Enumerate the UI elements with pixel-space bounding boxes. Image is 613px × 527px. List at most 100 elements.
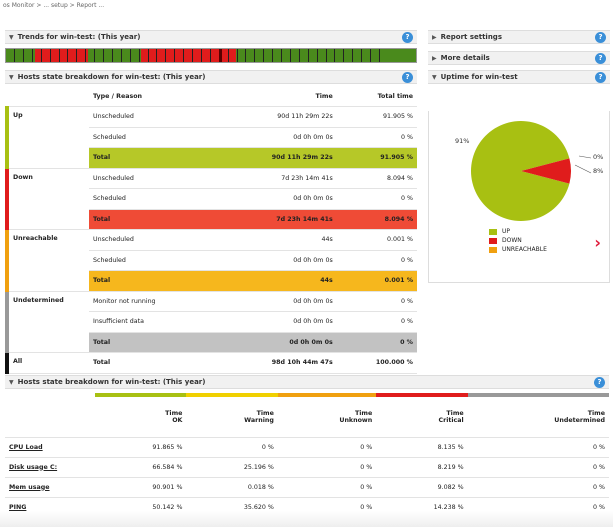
total-row: All Total 98d 10h 44m 47s 100.000 % [5,352,417,374]
cell-total: 0 % [336,311,417,333]
help-icon[interactable]: ? [402,72,413,83]
cell-reason: Scheduled [89,250,215,271]
uptime-panel: 91% 0% 8% UP DOWN UNREACHABLE › [428,111,610,283]
more-details-header[interactable]: ▶ More details ? [428,51,610,65]
trend-tick [103,49,104,62]
cell-reason: Unscheduled [89,229,215,251]
trend-tick [183,49,185,62]
trends-panel-header[interactable]: ▼ Trends for win-test: (This year) ? [5,30,417,44]
table-row: Unreachable Unscheduled 44s 0.001 % [5,229,417,292]
col-label: Time [446,409,464,417]
breadcrumb: os Monitor > ... setup > Report ... [3,2,105,9]
trend-tick [263,49,265,62]
trend-tick [40,49,42,62]
cell-time: 0d 0h 0m 0s [214,188,337,210]
help-icon[interactable]: ? [595,53,606,64]
trend-tick [289,49,291,62]
uptime-pie-chart [471,121,592,221]
trend-tick [343,49,345,62]
trend-tick [49,49,51,62]
trend-tick [281,49,282,62]
hosts-state-title: Hosts state breakdown for win-test: (Thi… [17,73,206,81]
cell-reason: Unscheduled [89,106,215,128]
group-label: All [5,352,89,374]
legend-up-label: UP [502,228,511,235]
group-label: Undetermined [5,291,89,353]
page-edge [0,511,613,527]
trend-tick [85,49,87,62]
cell-time: 90d 11h 29m 22s [214,106,337,128]
trend-tick [22,49,24,62]
col-time: Time [214,86,337,107]
trend-tick [94,49,96,62]
cell-percent: 0 % [467,437,609,458]
expand-triangle-icon[interactable]: ▶ [432,52,437,65]
cell-time: 44s [214,270,337,292]
expand-triangle-icon[interactable]: ▶ [432,31,437,44]
service-link[interactable]: Mem usage [5,477,95,498]
cell-reason: Total [89,147,215,169]
trend-tick [174,49,176,62]
cell-total: 0.001 % [336,270,417,292]
cell-percent: 0 % [277,457,377,478]
trend-tick [334,49,336,62]
report-settings-label: Report settings [440,33,502,41]
pie-leader-line [574,164,592,174]
table-row: Undetermined Monitor not running 0d 0h 0m … [5,291,417,353]
collapse-triangle-icon[interactable]: ▼ [432,71,437,84]
service-link[interactable]: CPU Load [5,437,95,458]
cell-percent: 0 % [467,477,609,498]
legend-down-label: DOWN [502,237,522,244]
legend-down: DOWN [489,236,547,245]
collapse-triangle-icon[interactable]: ▼ [9,71,14,84]
trend-tick [76,49,78,62]
trend-tick [272,49,274,62]
service-link[interactable]: Disk usage C: [5,457,95,478]
legend-up: UP [489,227,547,236]
trend-tick [129,49,131,62]
cell-time: 0d 0h 0m 0s [214,127,337,148]
help-icon[interactable]: ? [595,32,606,43]
table-row: Down Unscheduled 7d 23h 14m 41s 8.094 % [5,168,417,230]
next-chevron-icon[interactable]: › [594,233,601,252]
legend-unreachable: UNREACHABLE [489,245,547,254]
trend-tick [227,49,229,62]
cell-percent: 91.865 % [95,437,187,458]
table-row: Disk usage C: 66.584 % 25.196 % 0 % 8.219 % 0… [5,457,609,478]
collapse-triangle-icon[interactable]: ▼ [9,31,14,44]
cell-percent: 8.135 % [376,437,468,458]
cell-percent: 0 % [186,437,278,458]
collapse-triangle-icon[interactable]: ▼ [9,376,14,389]
col-time-state: Time Critical [376,393,468,438]
trend-tick [192,49,193,62]
cell-time: 98d 10h 44m 47s [214,352,337,374]
trends-title: Trends for win-test: (This year) [17,33,141,41]
cell-time: 44s [214,229,337,251]
col-sublabel: OK [172,416,183,424]
trend-tick [156,49,158,62]
trend-tick [58,49,60,62]
col-total-time: Total time [336,86,417,107]
cell-percent: 25.196 % [186,457,278,478]
cell-total: 0 % [336,332,417,353]
uptime-header[interactable]: ▼ Uptime for win-test ? [428,70,610,84]
pie-leader-line [578,155,592,159]
cell-time: 7d 23h 14m 41s [214,168,337,189]
cell-percent: 8.219 % [376,457,468,478]
table-row: Up Unscheduled 90d 11h 29m 22s 91.905 % [5,106,417,169]
hosts-state-header[interactable]: ▼ Hosts state breakdown for win-test: (Th… [5,70,417,84]
cell-percent: 0 % [277,437,377,458]
report-settings-header[interactable]: ▶ Report settings ? [428,30,610,44]
services-state-header[interactable]: ▼ Hosts state breakdown for win-test: (Th… [5,375,609,389]
col-sublabel: Critical [438,416,464,424]
help-icon[interactable]: ? [402,32,413,43]
services-state-title: Hosts state breakdown for win-test: (Thi… [17,378,206,386]
cell-percent: 0 % [277,477,377,498]
group-label: Up [5,106,89,169]
col-label: Time [587,409,605,417]
trend-tick [120,49,122,62]
cell-reason: Insufficient data [89,311,215,333]
table-row: CPU Load 91.865 % 0 % 0 % 8.135 % 0 % [5,437,609,458]
help-icon[interactable]: ? [594,377,605,388]
help-icon[interactable]: ? [595,72,606,83]
